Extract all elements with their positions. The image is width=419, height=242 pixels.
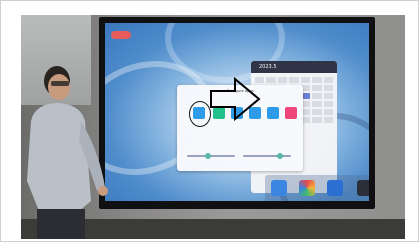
screen-tag	[111, 31, 131, 39]
calendar-day-cell	[312, 109, 322, 115]
calendar-day-cell	[323, 101, 333, 107]
dock-app-icon	[299, 180, 315, 196]
calendar-month: 2023.5	[259, 64, 277, 70]
app-tile	[285, 107, 297, 119]
calendar-day-cell	[277, 77, 288, 83]
calendar-day-cell	[312, 77, 322, 83]
calendar-header: 2023.5	[251, 61, 337, 73]
slider-track	[243, 153, 291, 159]
photo: 2023.5 Configure apps	[21, 15, 405, 239]
dock-app-icon	[327, 180, 343, 196]
interactive-display: 2023.5 Configure apps	[99, 17, 375, 209]
calendar-day-cell	[323, 85, 333, 91]
photo-frame: 2023.5 Configure apps	[0, 0, 419, 242]
slider-track	[187, 153, 235, 159]
drawn-circle-mark	[189, 101, 211, 127]
calendar-day-cell	[323, 93, 333, 99]
calendar-day-cell	[323, 77, 333, 83]
calendar-day-cell	[289, 77, 299, 83]
calendar-day-cell	[323, 117, 333, 123]
calendar-day-cell	[323, 109, 333, 115]
calendar-day-cell	[312, 117, 322, 123]
calendar-day-cell	[312, 101, 322, 107]
calendar-day-cell	[312, 93, 322, 99]
calendar-day-cell	[312, 85, 322, 91]
calendar-day-cell	[266, 77, 276, 83]
slider-knob	[277, 153, 283, 159]
app-dock	[265, 175, 369, 201]
drawn-arrow	[210, 76, 261, 122]
dock-app-icon	[271, 180, 287, 196]
dock-app-icon	[357, 180, 369, 196]
display-screen: 2023.5 Configure apps	[105, 23, 369, 201]
calendar-day-cell	[300, 77, 311, 83]
slider-knob	[205, 153, 211, 159]
app-tile	[267, 107, 279, 119]
presenter	[27, 66, 108, 239]
